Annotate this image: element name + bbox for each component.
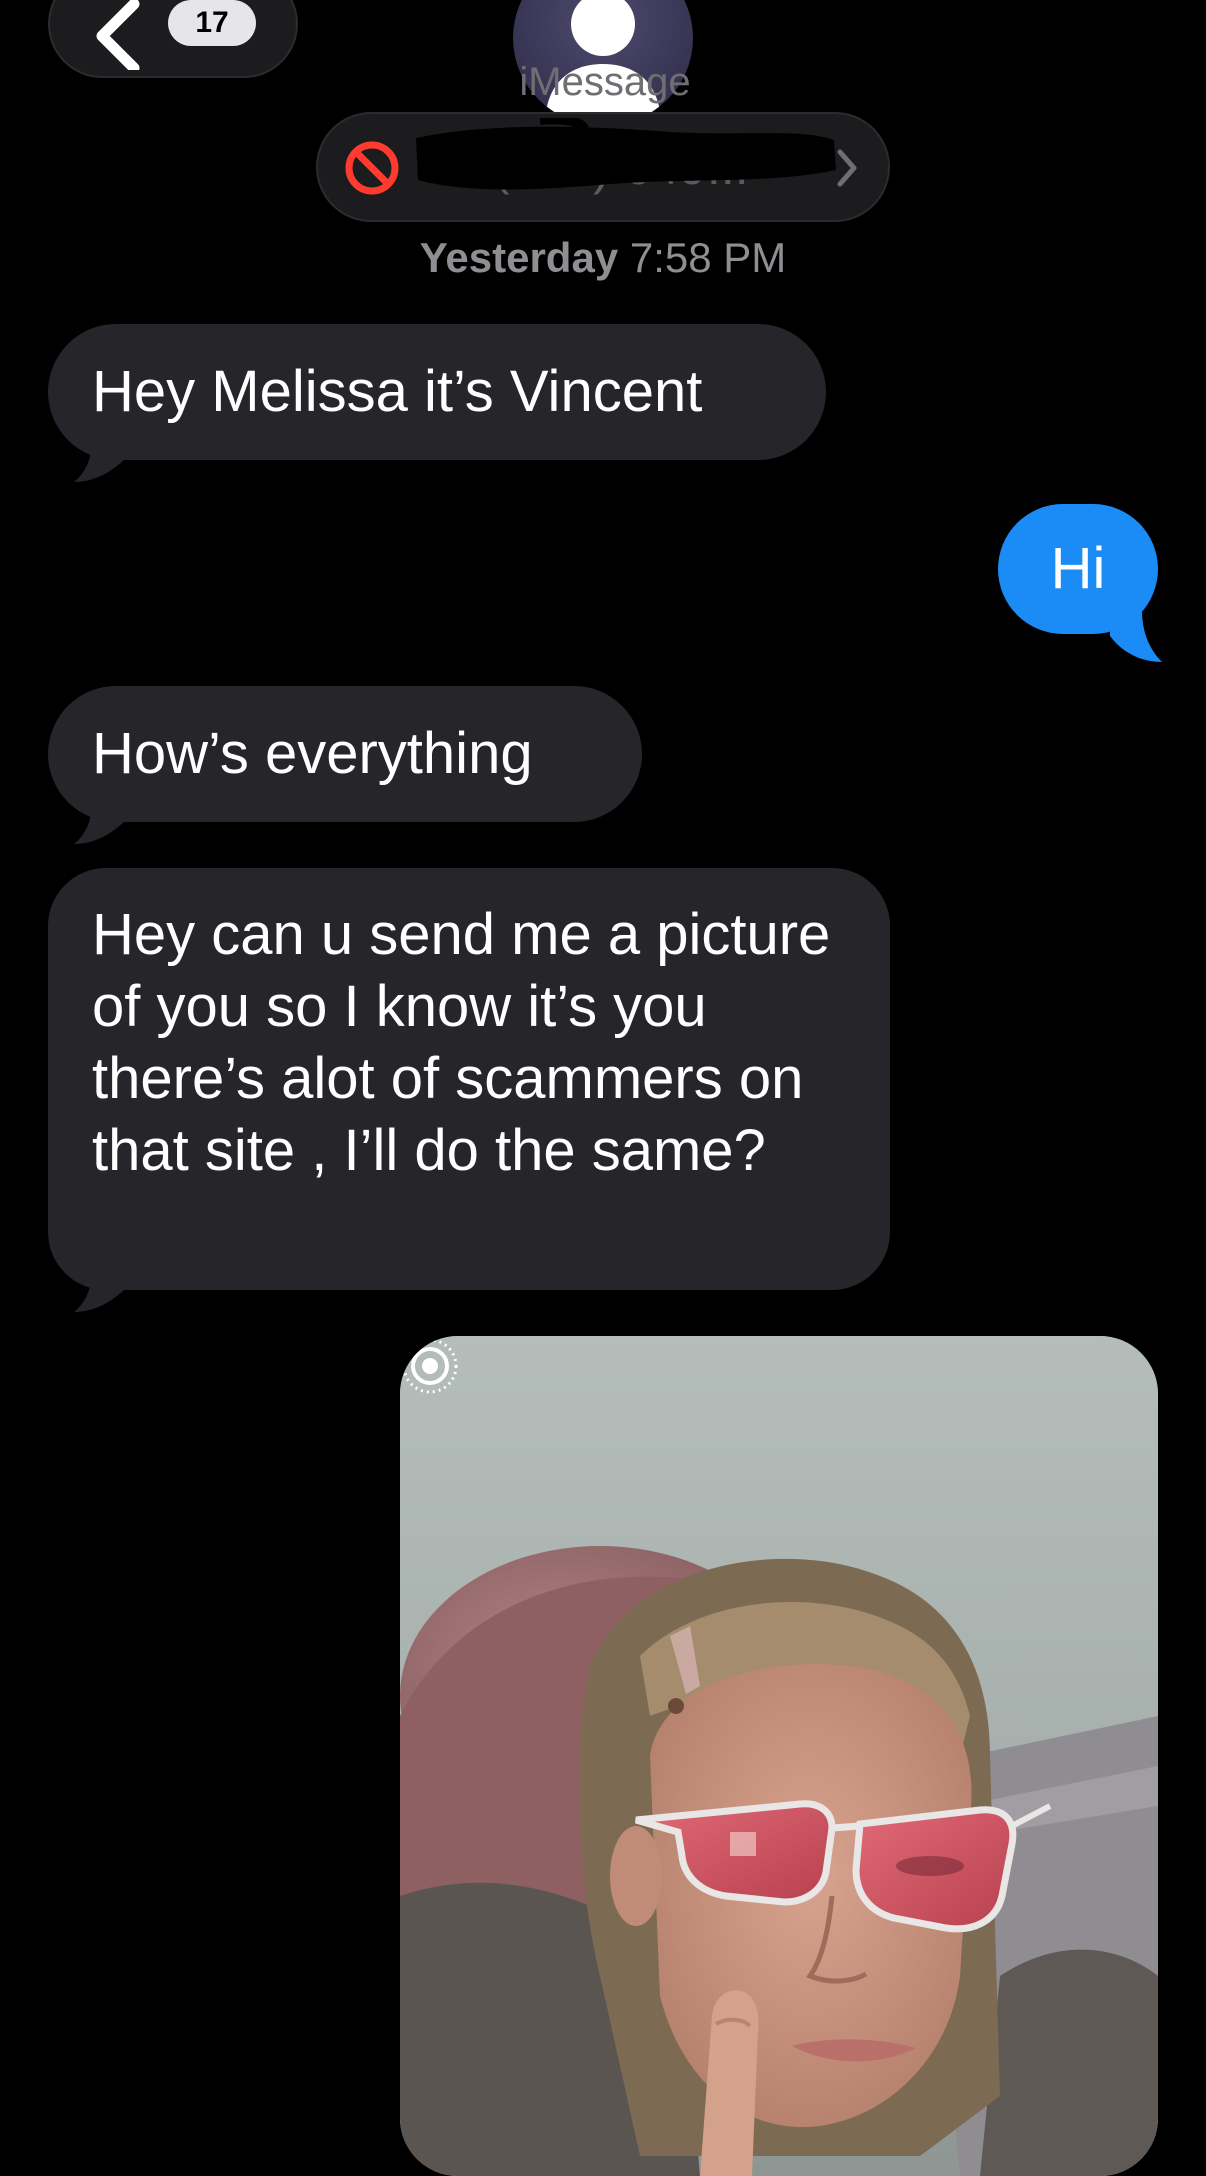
- contact-service-label: iMessage: [519, 60, 691, 104]
- timestamp-day: Yesterday: [419, 234, 619, 281]
- unread-count-badge: 17: [168, 0, 256, 46]
- bubble-tail: [1110, 610, 1162, 662]
- timestamp-time: 7:58 PM: [629, 234, 787, 281]
- prohibited-icon: [345, 141, 399, 195]
- bubble-tail: [74, 1270, 126, 1312]
- live-photo-icon[interactable]: [400, 1336, 460, 1396]
- selfie-image: [400, 1336, 1158, 2176]
- bubble-tail: [74, 802, 126, 844]
- photo-attachment[interactable]: [400, 1336, 1158, 2176]
- bubble-tail: [74, 440, 126, 482]
- incoming-message-bubble[interactable]: Hey can u send me a picture of you so I …: [48, 868, 890, 1290]
- message-text: Hey can u send me a picture of you so I …: [92, 902, 831, 1183]
- message-text: Hi: [1050, 536, 1106, 601]
- message-text: How’s everything: [92, 721, 533, 786]
- message-text: Hey Melissa it’s Vincent: [92, 359, 703, 424]
- back-button[interactable]: 17: [48, 0, 298, 78]
- incoming-message-bubble[interactable]: Hey Melissa it’s Vincent: [48, 324, 826, 460]
- message-timestamp: Yesterday 7:58 PM: [0, 234, 1206, 282]
- chevron-left-icon: [96, 0, 140, 70]
- incoming-message-bubble[interactable]: How’s everything: [48, 686, 642, 822]
- redaction-scribble: [416, 118, 836, 190]
